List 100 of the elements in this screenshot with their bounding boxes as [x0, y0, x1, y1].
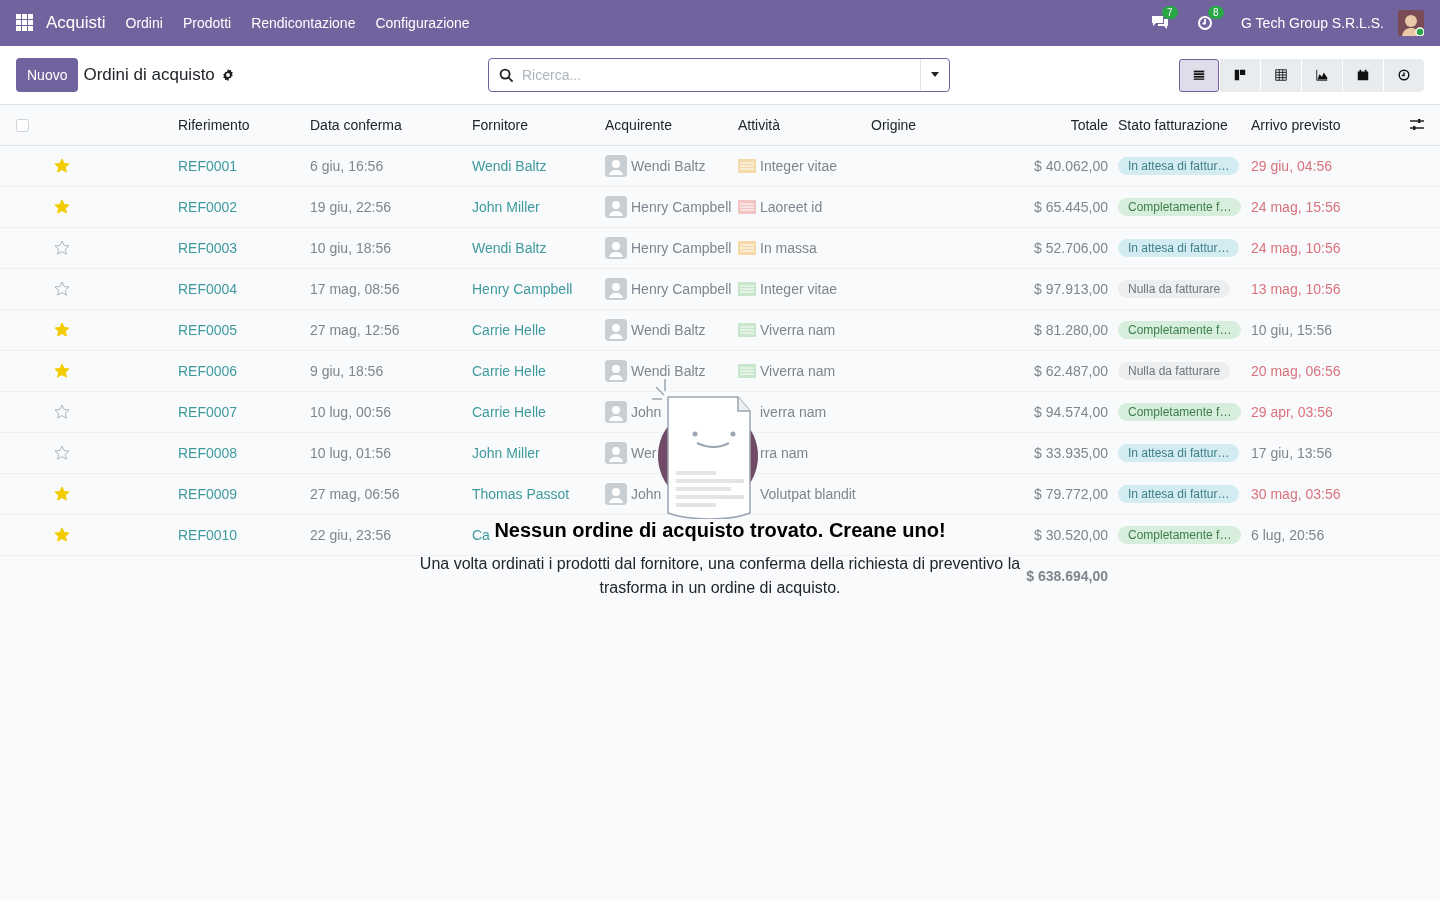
activity-view-icon: [1397, 68, 1411, 82]
star-icon[interactable]: [54, 527, 70, 543]
star-icon[interactable]: [54, 199, 70, 215]
table-cell: 24 mag, 15:56: [1251, 199, 1341, 215]
table-cell: Henry Campbell: [472, 281, 573, 297]
table-cell: 13 mag, 10:56: [1251, 281, 1341, 297]
view-switch-button[interactable]: [1179, 58, 1219, 92]
activity-icon[interactable]: [738, 159, 756, 173]
table-cell: John Miller: [472, 199, 540, 215]
table-cell: Wendi Baltz: [472, 240, 547, 256]
table-cell: REF0003: [178, 240, 238, 256]
status-badge: In attesa di fattur…: [1118, 157, 1240, 175]
avatar-icon: [605, 155, 627, 177]
activity-icon[interactable]: [738, 364, 756, 378]
clock-icon[interactable]: [1197, 15, 1214, 31]
settings-icon[interactable]: [220, 68, 235, 82]
apps-menu-icon[interactable]: [16, 14, 34, 32]
column-header[interactable]: Origine: [871, 117, 980, 133]
table-cell: Integer vitae: [760, 281, 838, 297]
activity-icon[interactable]: [738, 200, 756, 214]
chat-icon[interactable]: [1151, 15, 1170, 31]
table-cell: $ 40.062,00: [1034, 158, 1108, 174]
app-name[interactable]: Acquisti: [46, 13, 106, 33]
column-header[interactable]: Stato fatturazione: [1118, 117, 1251, 133]
company-name[interactable]: G Tech Group S.R.L.S.: [1241, 15, 1384, 31]
graph-view-icon: [1315, 68, 1329, 82]
star-icon[interactable]: [54, 404, 70, 420]
table-cell: Laoreet id: [760, 199, 823, 215]
message-count-badge: 7: [1162, 6, 1178, 19]
status-badge: In attesa di fattur…: [1118, 239, 1240, 257]
empty-state-text: Una volta ordinati i prodotti dal fornitore, una conferma della richiesta di preventivo la trasforma in un ordine di acquisto.: [418, 554, 1022, 598]
table-cell: REF0009: [178, 486, 238, 502]
activity-icon[interactable]: [738, 323, 756, 337]
table-cell: REF0002: [178, 199, 238, 215]
avatar-icon: [605, 401, 627, 423]
table-cell: Carrie Helle: [472, 322, 546, 338]
status-badge: Completamente f…: [1118, 198, 1242, 216]
table-cell: REF0010: [178, 527, 238, 543]
page-title: Ordini di acquisto: [83, 65, 215, 85]
column-header[interactable]: Riferimento: [178, 117, 310, 133]
star-icon[interactable]: [54, 240, 70, 256]
search-field[interactable]: Ricerca...: [514, 67, 920, 83]
activity-icon[interactable]: [738, 241, 756, 255]
avatar-icon: [605, 319, 627, 341]
star-icon[interactable]: [54, 158, 70, 174]
table-cell: 19 giu, 22:56: [310, 199, 391, 215]
table-cell: 10 giu, 15:56: [1251, 322, 1332, 338]
star-icon[interactable]: [54, 445, 70, 461]
column-header[interactable]: Arrivo previsto: [1251, 117, 1410, 133]
table-cell: $ 30.520,00: [1034, 527, 1108, 543]
table-cell: Henry Campbell: [631, 281, 732, 297]
avatar-icon: [605, 483, 627, 505]
table-cell: REF0004: [178, 281, 238, 297]
table-cell: Wendi Baltz: [631, 322, 706, 338]
table-cell: REF0001: [178, 158, 238, 174]
menu-item[interactable]: Configurazione: [375, 15, 470, 31]
list-view-icon: [1192, 68, 1206, 82]
menu-item[interactable]: Prodotti: [182, 15, 232, 31]
table-cell: Ca: [472, 527, 490, 543]
table-cell: In massa: [760, 240, 817, 256]
table-cell: Wendi Baltz: [472, 158, 547, 174]
caret-icon: [930, 72, 940, 78]
select-all-checkbox[interactable]: [16, 118, 29, 132]
new-button[interactable]: Nuovo: [16, 58, 79, 92]
status-badge: Nulla da fatturare: [1118, 362, 1231, 380]
table-cell: REF0007: [178, 404, 238, 420]
table-cell: 22 giu, 23:56: [310, 527, 391, 543]
column-header[interactable]: Fornitore: [472, 117, 605, 133]
column-settings-icon[interactable]: [1410, 118, 1424, 132]
table-cell: 10 lug, 00:56: [310, 404, 391, 420]
empty-state-title: Nessun ordine di acquisto trovato. Creane uno!: [494, 519, 946, 542]
menu-item[interactable]: Rendicontazione: [251, 15, 356, 31]
table-cell: $ 62.487,00: [1034, 363, 1108, 379]
search-bar[interactable]: Ricerca...: [488, 58, 950, 92]
star-icon[interactable]: [54, 322, 70, 338]
table-cell: Thomas Passot: [472, 486, 570, 502]
star-icon[interactable]: [54, 486, 70, 502]
table-cell: 10 giu, 18:56: [310, 240, 391, 256]
avatar-icon: [605, 442, 627, 464]
table-cell: 9 giu, 18:56: [310, 363, 384, 379]
table-cell: Henry Campbell: [631, 199, 732, 215]
column-header[interactable]: Attività: [738, 117, 871, 133]
table-cell: 24 mag, 10:56: [1251, 240, 1341, 256]
table-cell: Integer vitae: [760, 158, 838, 174]
table-cell: 29 giu, 04:56: [1251, 158, 1332, 174]
star-icon[interactable]: [54, 281, 70, 297]
star-icon[interactable]: [54, 363, 70, 379]
activity-icon[interactable]: [738, 282, 756, 296]
table-cell: 17 giu, 13:56: [1251, 445, 1332, 461]
menu-item[interactable]: Ordini: [125, 15, 163, 31]
column-header[interactable]: Acquirente: [605, 117, 738, 133]
column-header[interactable]: Totale: [980, 117, 1108, 133]
table-cell: 17 mag, 08:56: [310, 281, 400, 297]
table-cell: REF0006: [178, 363, 238, 379]
user-avatar-icon[interactable]: [1398, 10, 1424, 36]
table-cell: 30 mag, 03:56: [1251, 486, 1341, 502]
table-cell: $ 79.772,00: [1034, 486, 1108, 502]
table-cell: rra nam: [760, 445, 809, 461]
column-header[interactable]: Data conferma: [310, 117, 472, 133]
avatar-icon: [605, 196, 627, 218]
